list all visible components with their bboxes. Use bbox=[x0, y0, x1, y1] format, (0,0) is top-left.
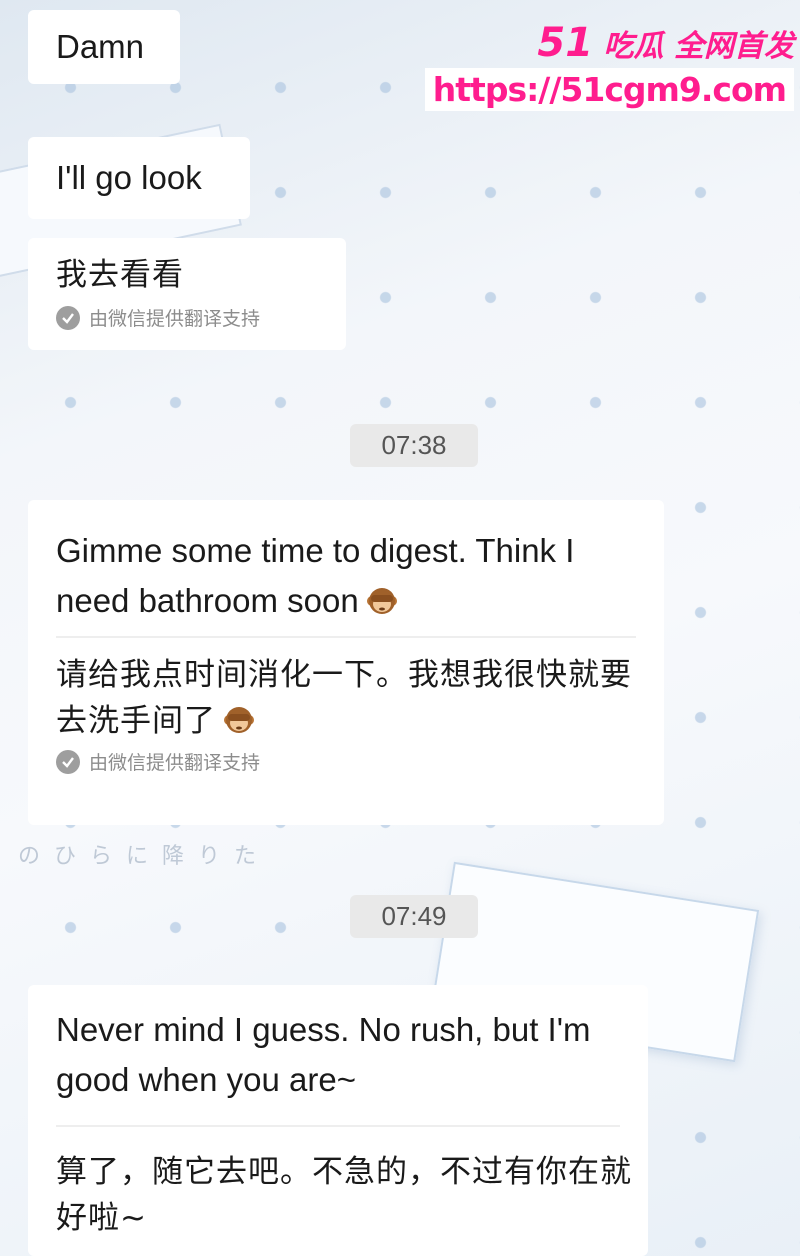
translation-note-label: 由微信提供翻译支持 bbox=[89, 752, 261, 774]
watermark-logo: 51 吃瓜 全网首发 https://51cgm9.com bbox=[424, 20, 794, 111]
message-divider bbox=[56, 636, 636, 638]
message-text: I'll go look bbox=[56, 159, 202, 196]
translation-text-content: 请给我点时间消化一下。我想我很快就要去洗手间了 bbox=[56, 657, 632, 739]
translation-text: 请给我点时间消化一下。我想我很快就要去洗手间了 bbox=[56, 652, 636, 744]
message-text: Never mind I guess. No rush, but I'm goo… bbox=[56, 1011, 591, 1098]
message-text: Gimme some time to digest. Think I need … bbox=[56, 526, 636, 626]
translation-bubble[interactable]: 我去看看 由微信提供翻译支持 bbox=[28, 238, 346, 350]
see-no-evil-monkey-icon bbox=[366, 588, 397, 614]
message-bubble[interactable]: Never mind I guess. No rush, but I'm goo… bbox=[28, 985, 648, 1256]
message-bubble[interactable]: Gimme some time to digest. Think I need … bbox=[28, 500, 664, 825]
message-text-content: Gimme some time to digest. Think I need … bbox=[56, 532, 575, 619]
decorative-text: のひらに降りた bbox=[18, 844, 271, 869]
translation-text: 我去看看 bbox=[56, 257, 184, 293]
watermark-brand: 51 吃瓜 全网首发 bbox=[425, 20, 794, 66]
see-no-evil-monkey-icon bbox=[224, 707, 254, 733]
translation-text: 算了，随它去吧。不急的，不过有你在就好啦~ bbox=[56, 1154, 632, 1236]
check-icon bbox=[56, 305, 80, 330]
timestamp: 07:38 bbox=[350, 424, 478, 467]
watermark-brand-number: 51 bbox=[537, 20, 594, 66]
translation-note: 由微信提供翻译支持 bbox=[56, 748, 636, 775]
message-text: Damn bbox=[56, 28, 145, 65]
message-bubble[interactable]: Damn bbox=[28, 10, 180, 84]
message-divider bbox=[56, 1125, 620, 1127]
watermark-brand-text: 吃瓜 全网首发 bbox=[603, 29, 794, 64]
message-bubble[interactable]: I'll go look bbox=[28, 137, 250, 219]
translation-note: 由微信提供翻译支持 bbox=[56, 304, 318, 331]
check-icon bbox=[56, 749, 80, 774]
watermark-url: https://51cgm9.com bbox=[424, 68, 794, 111]
timestamp: 07:49 bbox=[350, 895, 478, 938]
translation-note-label: 由微信提供翻译支持 bbox=[89, 308, 261, 330]
